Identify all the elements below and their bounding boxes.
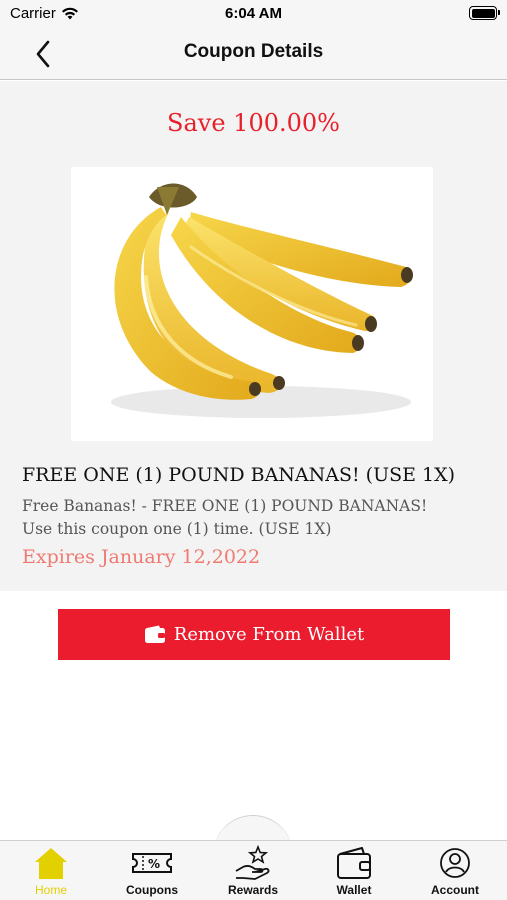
- bananas-image: [111, 183, 413, 418]
- coupon-icon: %: [132, 853, 172, 873]
- tab-wallet-label: Wallet: [336, 883, 372, 897]
- status-time: 6:04 AM: [225, 5, 282, 22]
- remove-from-wallet-label: Remove From Wallet: [173, 624, 365, 645]
- page-title: Coupon Details: [183, 41, 324, 62]
- coupon-title: FREE ONE (1) POUND BANANAS! (USE 1X): [22, 464, 456, 486]
- remove-from-wallet-button[interactable]: Remove From Wallet: [58, 609, 450, 660]
- tab-coupons-label: Coupons: [126, 883, 178, 897]
- svg-text:%: %: [148, 857, 160, 871]
- coupon-description: Free Bananas! - FREE ONE (1) POUND BANAN…: [22, 495, 492, 541]
- tab-rewards[interactable]: Rewards: [203, 845, 303, 900]
- rewards-icon: [235, 845, 270, 880]
- navigation-bar: Coupon Details: [0, 30, 507, 80]
- wallet-icon: [144, 625, 165, 643]
- coupon-description-line-1: Free Bananas! - FREE ONE (1) POUND BANAN…: [22, 497, 428, 515]
- coupon-expiry: Expires January 12,2022: [22, 546, 261, 568]
- coupon-description-line-2: Use this coupon one (1) time. (USE 1X): [22, 520, 332, 538]
- discount-text: Save 100.00%: [167, 109, 340, 137]
- tab-account[interactable]: Account: [405, 845, 505, 900]
- tab-account-label: Account: [431, 883, 479, 897]
- account-icon: [440, 848, 470, 878]
- wallet-tab-icon: [337, 847, 371, 879]
- tab-home[interactable]: Home: [1, 845, 101, 900]
- tab-wallet[interactable]: Wallet: [304, 845, 404, 900]
- battery-icon: [469, 6, 500, 20]
- status-bar: Carrier 6:04 AM: [0, 0, 507, 30]
- tab-rewards-label: Rewards: [227, 883, 279, 897]
- tab-home-label: Home: [34, 883, 67, 897]
- tab-coupons[interactable]: % Coupons: [102, 845, 202, 900]
- coupon-details: Save 100.00% FREE ONE (1) POUND BANANAS!…: [0, 81, 507, 591]
- home-icon: [35, 848, 67, 879]
- product-image: [71, 167, 433, 441]
